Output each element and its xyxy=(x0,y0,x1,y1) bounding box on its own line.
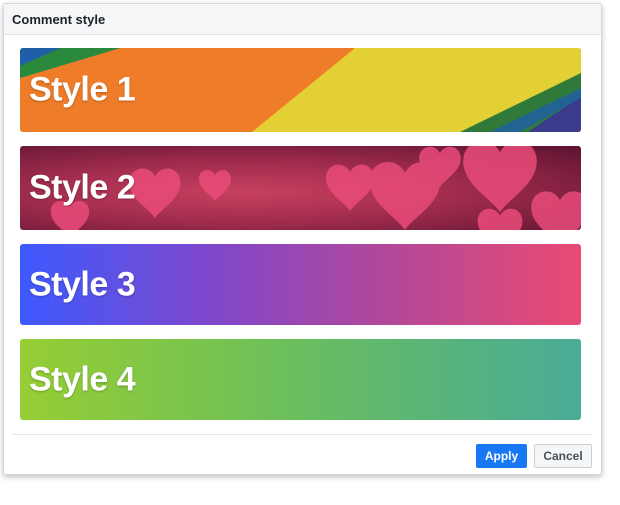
style-list: Style 1 Style 2 Style 3 Style 4 xyxy=(20,48,582,420)
dialog-footer: Apply Cancel xyxy=(476,444,592,468)
comment-style-dialog: Comment style Style 1 Style 2 Style 3 St… xyxy=(3,3,602,475)
dialog-header: Comment style xyxy=(4,4,601,35)
apply-button[interactable]: Apply xyxy=(476,444,527,468)
style-option-2[interactable]: Style 2 xyxy=(20,146,581,230)
style-option-1[interactable]: Style 1 xyxy=(20,48,581,132)
style-label: Style 2 xyxy=(29,168,136,207)
style-label: Style 4 xyxy=(29,360,136,398)
style-option-3[interactable]: Style 3 xyxy=(20,244,581,325)
dialog-title: Comment style xyxy=(12,11,106,27)
footer-divider xyxy=(12,434,593,435)
cancel-button[interactable]: Cancel xyxy=(534,444,592,468)
style-option-4[interactable]: Style 4 xyxy=(20,339,581,420)
style-label: Style 3 xyxy=(29,265,136,303)
style-label: Style 1 xyxy=(29,70,136,109)
